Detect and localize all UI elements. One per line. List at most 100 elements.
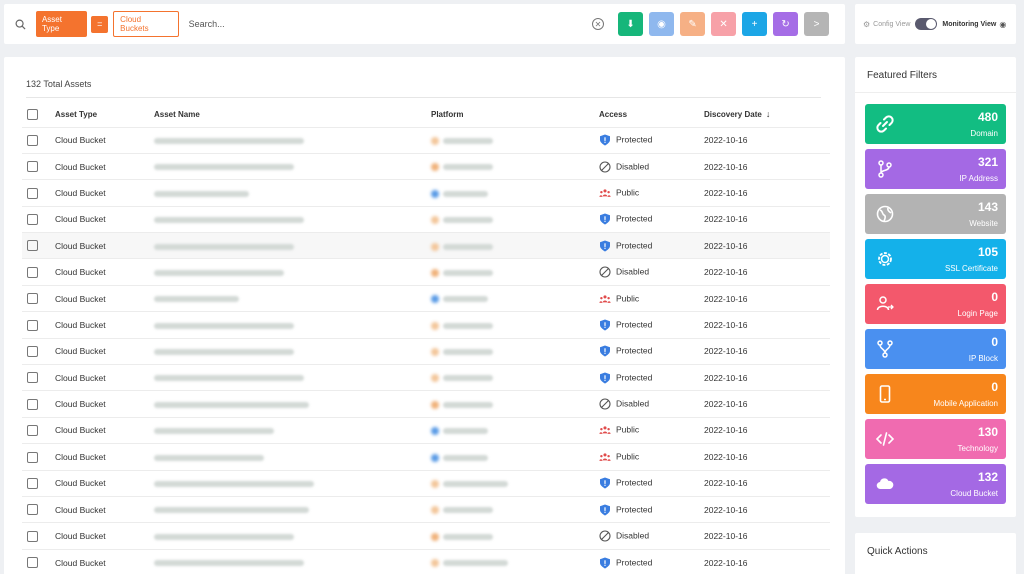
discovery-date-cell: 2022-10-16	[704, 152, 830, 180]
table-row[interactable]: Cloud Bucket Public 2022-10-16	[22, 443, 830, 471]
column-header-asset-type[interactable]: Asset Type	[55, 102, 154, 127]
asset-name-cell[interactable]	[154, 548, 431, 574]
table-row[interactable]: Cloud Bucket Protected 2022-10-16	[22, 364, 830, 391]
row-checkbox[interactable]	[27, 477, 38, 489]
asset-name-cell[interactable]	[154, 495, 431, 523]
row-checkbox[interactable]	[27, 134, 38, 146]
filter-card-cloud-bucket[interactable]: 132 Cloud Bucket	[865, 464, 1006, 504]
asset-name-cell[interactable]	[154, 416, 431, 444]
table-row[interactable]: Cloud Bucket Protected 2022-10-16	[22, 232, 830, 259]
column-header-access[interactable]: Access	[599, 102, 704, 127]
access-cell: Protected	[599, 337, 704, 365]
asset-name-cell[interactable]	[154, 469, 431, 497]
table-row[interactable]: Cloud Bucket Public 2022-10-16	[22, 179, 830, 207]
filter-card-domain[interactable]: 480 Domain	[865, 104, 1006, 144]
discovery-date-cell: 2022-10-16	[704, 416, 830, 444]
clear-search-icon[interactable]: ✕	[592, 18, 605, 30]
filter-card-technology[interactable]: 130 Technology	[865, 419, 1006, 459]
next-button[interactable]: >	[804, 12, 830, 36]
asset-name-cell[interactable]	[154, 337, 431, 365]
asset-name-cell[interactable]	[154, 258, 431, 286]
table-row[interactable]: Cloud Bucket Public 2022-10-16	[22, 416, 830, 444]
link-icon	[875, 114, 895, 134]
asset-name-cell[interactable]	[154, 152, 431, 180]
table-row[interactable]: Cloud Bucket Disabled 2022-10-16	[22, 522, 830, 550]
view-button[interactable]: ◉	[649, 12, 675, 36]
search-input[interactable]	[188, 19, 593, 29]
row-checkbox[interactable]	[27, 319, 38, 331]
discovery-date-cell: 2022-10-16	[704, 548, 830, 574]
asset-name-cell[interactable]	[154, 232, 431, 259]
row-checkbox[interactable]	[27, 161, 38, 173]
row-checkbox[interactable]	[27, 240, 38, 252]
table-row[interactable]: Cloud Bucket Protected 2022-10-16	[22, 337, 830, 365]
asset-type-cell: Cloud Bucket	[55, 337, 154, 365]
row-checkbox[interactable]	[27, 345, 38, 357]
filter-card-count: 0	[991, 335, 998, 349]
filter-chip-asset-type[interactable]: Asset Type	[35, 11, 88, 37]
table-row[interactable]: Cloud Bucket Disabled 2022-10-16	[22, 390, 830, 418]
access-cell: Public	[599, 284, 704, 312]
filter-card-ip-block[interactable]: 0 IP Block	[865, 329, 1006, 369]
filter-card-website[interactable]: 143 Website	[865, 194, 1006, 234]
sort-down-icon[interactable]: ↓	[766, 109, 771, 119]
discovery-date-cell: 2022-10-16	[704, 443, 830, 471]
table-row[interactable]: Cloud Bucket Protected 2022-10-16	[22, 548, 830, 574]
row-checkbox[interactable]	[27, 187, 38, 199]
add-button[interactable]: +	[742, 12, 768, 36]
tag-button[interactable]: ✎	[680, 12, 706, 36]
asset-name-cell[interactable]	[154, 179, 431, 207]
filter-card-count: 105	[977, 245, 998, 259]
table-row[interactable]: Cloud Bucket Protected 2022-10-16	[22, 205, 830, 233]
table-row[interactable]: Cloud Bucket Protected 2022-10-16	[22, 495, 830, 523]
column-header-discovery-date[interactable]: Discovery Date ↓	[704, 102, 830, 127]
untag-button[interactable]: ✕	[711, 12, 737, 36]
monitoring-view-label: Monitoring View	[942, 20, 997, 28]
table-row[interactable]: Cloud Bucket Protected 2022-10-16	[22, 469, 830, 497]
asset-name-cell[interactable]	[154, 205, 431, 233]
filter-chip-operator[interactable]: =	[91, 15, 109, 33]
shield-icon	[600, 504, 610, 516]
search-icon	[14, 17, 28, 31]
filter-chip-value[interactable]: Cloud Buckets	[113, 11, 179, 37]
assets-panel: 132 Total Assets Asset Type Asset Name P…	[4, 57, 845, 574]
row-checkbox[interactable]	[27, 451, 38, 463]
filter-card-label: IP Address	[959, 174, 998, 183]
row-checkbox[interactable]	[27, 372, 38, 384]
row-checkbox[interactable]	[27, 266, 38, 278]
row-checkbox[interactable]	[27, 398, 38, 410]
table-row[interactable]: Cloud Bucket Disabled 2022-10-16	[22, 152, 830, 180]
view-toggle[interactable]	[915, 18, 938, 30]
asset-name-cell[interactable]	[154, 390, 431, 418]
row-checkbox[interactable]	[27, 425, 38, 437]
filter-card-ssl-certificate[interactable]: 105 SSL Certificate	[865, 239, 1006, 279]
row-checkbox[interactable]	[27, 293, 38, 305]
table-row[interactable]: Cloud Bucket Public 2022-10-16	[22, 284, 830, 312]
row-checkbox[interactable]	[27, 557, 38, 569]
row-checkbox[interactable]	[27, 504, 38, 516]
platform-cell	[431, 258, 599, 286]
filter-card-mobile-application[interactable]: 0 Mobile Application	[865, 374, 1006, 414]
download-button[interactable]: ⬇	[618, 12, 644, 36]
select-all-checkbox[interactable]	[27, 108, 38, 120]
row-checkbox[interactable]	[27, 213, 38, 225]
asset-name-cell[interactable]	[154, 364, 431, 391]
column-header-asset-name[interactable]: Asset Name	[154, 102, 431, 127]
refresh-button[interactable]: ↻	[773, 12, 799, 36]
row-checkbox[interactable]	[27, 530, 38, 542]
mobile-icon	[875, 384, 895, 404]
disabled-icon	[599, 161, 611, 173]
asset-name-cell[interactable]	[154, 126, 431, 154]
asset-name-cell[interactable]	[154, 443, 431, 471]
table-row[interactable]: Cloud Bucket Protected 2022-10-16	[22, 126, 830, 154]
filter-card-login-page[interactable]: 0 Login Page	[865, 284, 1006, 324]
filter-card-label: Cloud Bucket	[950, 489, 998, 498]
column-header-platform[interactable]: Platform	[431, 102, 599, 127]
table-row[interactable]: Cloud Bucket Protected 2022-10-16	[22, 311, 830, 339]
access-cell: Protected	[599, 126, 704, 154]
asset-name-cell[interactable]	[154, 522, 431, 550]
asset-name-cell[interactable]	[154, 311, 431, 339]
asset-name-cell[interactable]	[154, 284, 431, 312]
filter-card-ip-address[interactable]: 321 IP Address	[865, 149, 1006, 189]
table-row[interactable]: Cloud Bucket Disabled 2022-10-16	[22, 258, 830, 286]
